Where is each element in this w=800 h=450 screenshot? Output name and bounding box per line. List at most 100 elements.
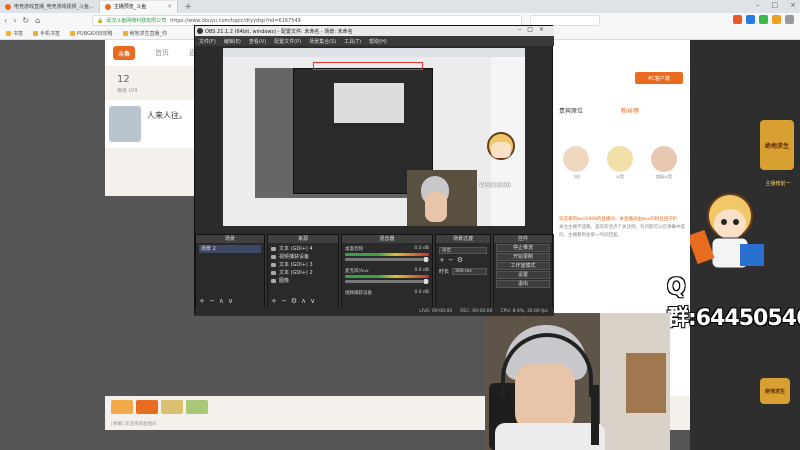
forward-icon[interactable]: › (13, 16, 16, 25)
gift-icon[interactable] (136, 400, 158, 414)
menu-file[interactable]: 文件(F) (199, 38, 216, 45)
streamer-shirt (495, 423, 605, 450)
obs-window[interactable]: OBS 21.1.2 (64bit, windows) - 配置文件: 未命名 … (194, 25, 554, 316)
fans-rank-title[interactable]: 粉丝榜 (621, 106, 639, 115)
desktop: 电竞游戏直播_电竞游戏视频_斗鱼... 主播预览_斗鱼 × + – □ × ‹ ›… (0, 0, 800, 450)
close-window-icon[interactable]: × (790, 1, 796, 9)
anchor-name: 人来人往。 (147, 111, 187, 120)
mixer-dock-title: 混音器 (342, 235, 432, 243)
volume-meter (345, 275, 429, 278)
duration-input[interactable]: 300 ms (452, 268, 487, 275)
extension-icon[interactable] (772, 15, 781, 24)
eye-icon[interactable] (271, 255, 276, 259)
folder-icon (70, 31, 76, 36)
gift-item[interactable]: 火箭 (601, 146, 639, 180)
maximize-icon[interactable]: □ (772, 1, 779, 9)
obs-docks: 场景 场景 2 +−∧∨ 来源 文本 (GDI+) 4 视频捕获设备 文本 (G… (195, 234, 554, 316)
lock-icon: 🔒 (97, 17, 104, 24)
nav-item[interactable]: 首页 (155, 48, 169, 58)
preview-watermark: WSS1999 (479, 182, 511, 189)
close-icon[interactable]: × (167, 3, 172, 10)
gift-icon[interactable] (161, 400, 183, 414)
anchor-card[interactable]: 人来人往。 (105, 100, 195, 148)
browser-tab[interactable]: 电竞游戏直播_电竞游戏视频_斗鱼... (0, 0, 100, 13)
obs-menu-bar: 文件(F) 编辑(E) 查看(V) 配置文件(P) 场景集合(S) 工具(T) … (195, 36, 554, 46)
home-icon[interactable]: ⌂ (35, 16, 40, 25)
extension-icon[interactable] (733, 15, 742, 24)
eye-icon[interactable] (271, 247, 276, 251)
pubg-badge-logo: 绝地求生 (760, 120, 794, 170)
bookmark-item[interactable]: 手机书签 (33, 30, 60, 37)
gift-icon[interactable] (186, 400, 208, 414)
qq-group-text: Q群:644505463 (667, 275, 800, 331)
menu-tools[interactable]: 工具(T) (344, 38, 361, 45)
eye-icon[interactable] (271, 271, 276, 275)
vip-title[interactable]: 贵宾席位 (559, 106, 583, 115)
obs-window-controls[interactable]: –□× (518, 26, 550, 33)
bookmark-item[interactable]: 书签 (6, 30, 23, 37)
controls-dock-title: 控件 (494, 235, 552, 243)
menu-edit[interactable]: 编辑(E) (224, 38, 241, 45)
volume-fader[interactable] (345, 257, 429, 262)
settings-button[interactable]: 设置 (496, 271, 550, 279)
eye-icon[interactable] (271, 263, 276, 267)
extension-icon[interactable] (759, 15, 768, 24)
sources-dock-title: 来源 (268, 235, 338, 243)
back-icon[interactable]: ‹ (4, 16, 7, 25)
danmaku-input-label[interactable]: [弹幕] 欢迎来到直播间 (111, 421, 156, 427)
cartoon-avatar (690, 193, 764, 269)
source-item[interactable]: 文本 (GDI+) 3 (271, 261, 335, 269)
source-item[interactable]: 视频捕获设备 (271, 253, 335, 261)
gift-item[interactable]: 超级火箭 (645, 146, 683, 180)
preview-url-highlight (313, 62, 423, 70)
menu-profile[interactable]: 配置文件(P) (274, 38, 301, 45)
mixer-channel: 桌面音频 0.0 dB (345, 245, 429, 267)
menu-help[interactable]: 帮助(H) (369, 38, 387, 45)
source-item[interactable]: 文本 (GDI+) 2 (271, 269, 335, 277)
bookmark-item[interactable]: 绝地求生直播_你 (122, 30, 167, 37)
source-item[interactable]: 图像 (271, 277, 335, 285)
refresh-icon[interactable]: ↻ (22, 16, 29, 25)
douyu-favicon-icon (5, 3, 11, 10)
folder-icon (33, 31, 39, 36)
menu-icon[interactable] (785, 15, 794, 24)
cpu-fps: CPU: 8.9%, 30.00 fps (500, 309, 549, 314)
browser-tab-active[interactable]: 主播预览_斗鱼 × (99, 0, 179, 13)
extension-icon[interactable] (746, 15, 755, 24)
obs-preview[interactable]: WSS1999 (223, 48, 525, 226)
cartoon-sign (690, 229, 715, 265)
douyu-logo[interactable]: 斗鱼 (113, 46, 135, 60)
new-tab-button[interactable]: + (178, 2, 198, 12)
minimize-icon[interactable]: – (756, 1, 760, 9)
bookmark-item[interactable]: PUBG6X玩攻略 (70, 30, 113, 37)
eye-icon[interactable] (271, 279, 276, 283)
preview-cartoon-face (491, 142, 511, 158)
browser-tab-bar: 电竞游戏直播_电竞游戏视频_斗鱼... 主播预览_斗鱼 × + – □ × (0, 0, 800, 13)
mixer-dock: 混音器 桌面音频 0.0 dB 麦克风/Aux 0.0 dB 视频捕获设备 0.0 d… (341, 234, 433, 308)
url-text: https://www.douyu.com/topic/dtyydsp?rid=… (170, 17, 301, 24)
gift-icon (651, 146, 677, 172)
folder-icon (122, 31, 128, 36)
transition-tools[interactable]: +−⚙ (439, 256, 487, 264)
level-label: 等级 LV9 (117, 88, 138, 94)
menu-view[interactable]: 查看(V) (249, 38, 266, 45)
gift-item[interactable]: 飞机 (557, 146, 595, 180)
transition-select[interactable]: 淡出 (439, 247, 487, 254)
tab-label: 主播预览_斗鱼 (113, 4, 147, 10)
volume-fader[interactable] (345, 279, 429, 284)
live-timer: LIVE: 00:00:00 (419, 309, 453, 314)
duration-label: 时长 (439, 269, 450, 275)
obs-logo-icon (197, 28, 203, 34)
scene-tools[interactable]: +−∧∨ (199, 297, 237, 305)
source-item[interactable]: 文本 (GDI+) 4 (271, 245, 335, 253)
gift-icon[interactable] (111, 400, 133, 414)
scene-item[interactable]: 场景 2 (199, 245, 261, 253)
source-tools[interactable]: +−⚙∧∨ (271, 297, 319, 305)
studio-mode-button[interactable]: 工作室模式 (496, 262, 550, 270)
menu-scene-collection[interactable]: 场景集合(S) (309, 38, 336, 45)
start-recording-button[interactable]: 开始录制 (496, 253, 550, 261)
stop-stream-button[interactable]: 停止推流 (496, 244, 550, 252)
pc-client-button[interactable]: PC客户端 (635, 72, 683, 84)
exit-button[interactable]: 退出 (496, 280, 550, 288)
sources-dock: 来源 文本 (GDI+) 4 视频捕获设备 文本 (GDI+) 3 文本 (GD… (267, 234, 339, 308)
